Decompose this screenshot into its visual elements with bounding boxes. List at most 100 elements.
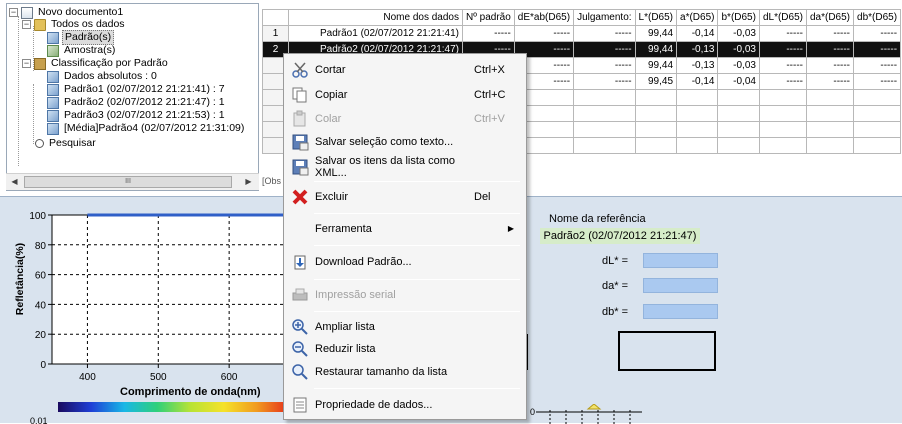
- menu-item-serial-print[interactable]: Impressão serial: [286, 283, 524, 307]
- table-cell[interactable]: -0,03: [717, 25, 760, 42]
- menu-item-delete[interactable]: Excluir Del: [286, 185, 524, 209]
- table-cell[interactable]: -----: [758, 41, 807, 58]
- table-cell[interactable]: -0,13: [676, 57, 719, 74]
- grid-column-header[interactable]: L*(D65): [634, 9, 678, 26]
- table-cell[interactable]: [573, 121, 636, 138]
- table-cell[interactable]: -----: [805, 57, 855, 74]
- table-cell[interactable]: [634, 105, 678, 122]
- grid-column-header[interactable]: a*(D65): [676, 9, 719, 26]
- grid-column-header[interactable]: Nome dos dados: [288, 9, 463, 26]
- table-cell[interactable]: -----: [758, 25, 807, 42]
- tree-node-standard2[interactable]: Padrão2 (02/07/2012 21:21:47) : 1: [47, 96, 227, 109]
- table-cell[interactable]: [758, 137, 807, 154]
- table-cell[interactable]: [573, 105, 636, 122]
- table-row[interactable]: 1 Padrão1 (02/07/2012 21:21:41) ----- -----…: [262, 25, 902, 42]
- table-cell[interactable]: [853, 89, 902, 106]
- tree-node-standard4[interactable]: [Média]Padrão4 (02/07/2012 21:31:09): [47, 122, 246, 135]
- table-cell[interactable]: [758, 89, 807, 106]
- table-cell[interactable]: -----: [853, 41, 902, 58]
- menu-item-save-text[interactable]: Salvar seleção como texto...: [286, 130, 524, 154]
- grid-column-header[interactable]: Nº padrão: [462, 9, 515, 26]
- table-cell[interactable]: [634, 89, 678, 106]
- table-cell[interactable]: -0,14: [676, 25, 719, 42]
- table-cell[interactable]: [717, 137, 760, 154]
- table-cell[interactable]: [853, 105, 902, 122]
- grid-column-header[interactable]: dL*(D65): [758, 9, 807, 26]
- table-cell[interactable]: -0,13: [676, 41, 719, 58]
- row-index[interactable]: 1: [262, 25, 289, 42]
- table-cell[interactable]: [676, 121, 719, 138]
- table-cell[interactable]: -0,03: [717, 41, 760, 58]
- menu-item-data-properties[interactable]: Propriedade de dados...: [286, 393, 524, 417]
- table-cell[interactable]: [717, 89, 760, 106]
- table-cell[interactable]: 99,45: [634, 73, 678, 90]
- tree-node-absolute[interactable]: Dados absolutos : 0: [47, 70, 159, 83]
- collapse-toggle[interactable]: −: [22, 20, 31, 29]
- menu-item-paste[interactable]: Colar Ctrl+V: [286, 107, 524, 131]
- table-cell[interactable]: [634, 121, 678, 138]
- table-cell[interactable]: [805, 121, 855, 138]
- table-cell[interactable]: -----: [513, 25, 575, 42]
- table-cell[interactable]: [805, 137, 855, 154]
- table-cell[interactable]: -----: [805, 25, 855, 42]
- table-cell[interactable]: [853, 121, 902, 138]
- table-cell[interactable]: -----: [573, 57, 636, 74]
- table-cell[interactable]: -----: [805, 41, 855, 58]
- table-cell[interactable]: -----: [758, 57, 807, 74]
- table-cell[interactable]: -----: [853, 57, 902, 74]
- tree-node-standard3[interactable]: Padrão3 (02/07/2012 21:21:53) : 1: [47, 109, 227, 122]
- grid-column-header[interactable]: da*(D65): [805, 9, 855, 26]
- table-cell[interactable]: -----: [853, 73, 902, 90]
- table-cell[interactable]: [805, 89, 855, 106]
- menu-item-download-standard[interactable]: Download Padrão...: [286, 250, 524, 274]
- context-menu[interactable]: Cortar Ctrl+X Copiar Ctrl+C Colar Ctrl+V…: [283, 53, 527, 420]
- menu-item-cut[interactable]: Cortar Ctrl+X: [286, 58, 524, 82]
- table-cell[interactable]: [717, 105, 760, 122]
- table-cell[interactable]: [758, 105, 807, 122]
- table-cell[interactable]: 99,44: [634, 57, 678, 74]
- table-cell[interactable]: [805, 105, 855, 122]
- table-cell[interactable]: -----: [573, 73, 636, 90]
- table-cell[interactable]: -0,14: [676, 73, 719, 90]
- tree-node-samples[interactable]: Amostra(s): [47, 44, 117, 57]
- tree-node-search[interactable]: Pesquisar: [35, 137, 98, 150]
- table-cell[interactable]: [573, 89, 636, 106]
- grid-column-header[interactable]: dE*ab(D65): [513, 9, 575, 26]
- table-cell[interactable]: -----: [573, 41, 636, 58]
- table-cell[interactable]: [676, 89, 719, 106]
- table-cell[interactable]: [758, 121, 807, 138]
- scroll-thumb[interactable]: III: [24, 176, 232, 188]
- menu-item-reduce-list[interactable]: Reduzir lista: [286, 337, 524, 361]
- tree-node-standards[interactable]: Padrão(s): [47, 30, 115, 45]
- table-cell[interactable]: 99,44: [634, 25, 678, 42]
- tree-horizontal-scrollbar[interactable]: ◀ III ▶: [6, 173, 259, 190]
- table-cell[interactable]: [717, 121, 760, 138]
- table-cell[interactable]: -----: [853, 25, 902, 42]
- table-cell[interactable]: -----: [805, 73, 855, 90]
- scroll-right-icon[interactable]: ▶: [242, 176, 255, 188]
- table-cell[interactable]: Padrão1 (02/07/2012 21:21:41): [288, 25, 463, 42]
- table-cell[interactable]: [853, 137, 902, 154]
- table-cell[interactable]: -----: [462, 25, 515, 42]
- menu-item-save-xml[interactable]: Salvar os itens da lista como XML...: [286, 155, 524, 179]
- table-cell[interactable]: -0,04: [717, 73, 760, 90]
- table-cell[interactable]: -0,03: [717, 57, 760, 74]
- menu-item-restore-list-size[interactable]: Restaurar tamanho da lista: [286, 360, 524, 384]
- menu-item-copy[interactable]: Copiar Ctrl+C: [286, 83, 524, 107]
- table-cell[interactable]: [634, 137, 678, 154]
- table-cell[interactable]: [573, 137, 636, 154]
- menu-item-enlarge-list[interactable]: Ampliar lista: [286, 315, 524, 339]
- table-cell[interactable]: [676, 105, 719, 122]
- collapse-toggle[interactable]: −: [22, 59, 31, 68]
- grid-column-header[interactable]: b*(D65): [717, 9, 760, 26]
- table-cell[interactable]: [676, 137, 719, 154]
- menu-item-tool[interactable]: Ferramenta ▶: [286, 217, 524, 241]
- scroll-left-icon[interactable]: ◀: [8, 176, 21, 188]
- table-cell[interactable]: -----: [573, 25, 636, 42]
- collapse-toggle[interactable]: −: [9, 8, 18, 17]
- tree-node-standard1[interactable]: Padrão1 (02/07/2012 21:21:41) : 7: [47, 83, 227, 96]
- grid-column-header[interactable]: db*(D65): [853, 9, 902, 26]
- data-tree[interactable]: − Novo documento1 − Todos os dados Padrã…: [6, 3, 259, 191]
- table-cell[interactable]: -----: [758, 73, 807, 90]
- table-cell[interactable]: 99,44: [634, 41, 678, 58]
